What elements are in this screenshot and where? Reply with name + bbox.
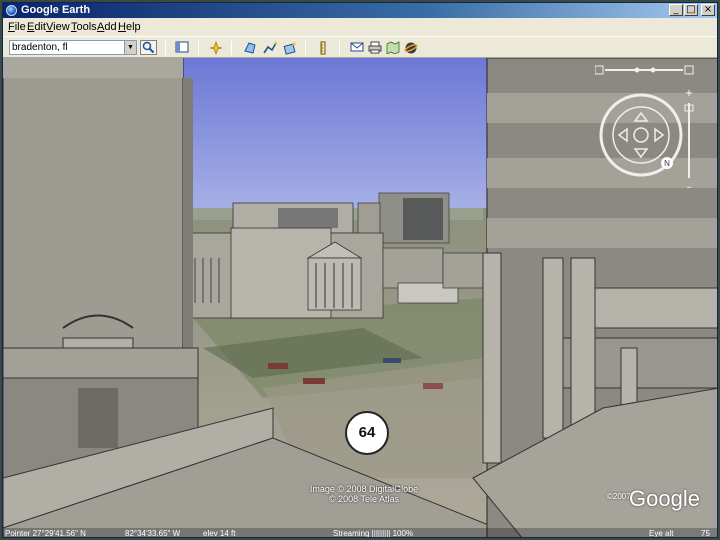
google-earth-icon xyxy=(6,5,17,16)
menu-file[interactable]: File xyxy=(8,21,26,33)
column xyxy=(482,252,502,464)
status-bar: Pointer 27°29'41.56" N 82°34'33.65" W el… xyxy=(3,528,717,538)
elevation: elev 14 ft xyxy=(203,529,236,538)
search-combo[interactable]: ▼ xyxy=(9,40,137,55)
menu-help[interactable]: Help xyxy=(118,21,141,33)
title-bar[interactable]: Google Earth _ □ × xyxy=(3,3,717,18)
menu-edit[interactable]: Edit xyxy=(27,21,46,33)
zoom-in-icon[interactable]: + xyxy=(685,88,693,99)
menu-tools[interactable]: Tools xyxy=(71,21,97,33)
north-label[interactable]: N xyxy=(664,159,670,168)
tilt-down-icon[interactable] xyxy=(684,65,694,75)
streaming-status: Streaming ||||||||| 100% xyxy=(333,529,414,538)
column xyxy=(542,257,564,439)
placemark-icon[interactable] xyxy=(207,40,224,55)
overlay-icon[interactable] xyxy=(281,40,298,55)
search-input[interactable] xyxy=(10,41,122,54)
path-icon[interactable] xyxy=(261,40,278,55)
look-joystick-icon[interactable] xyxy=(595,65,604,75)
sidebar-toggle-icon[interactable] xyxy=(173,40,190,55)
google-earth-window: Google Earth _ □ × File Edit View Tools … xyxy=(2,2,718,538)
toolbar: ▼ xyxy=(3,36,717,58)
close-button[interactable]: × xyxy=(701,4,715,16)
pointer-longitude: 82°34'33.65" W xyxy=(125,529,181,538)
menu-view[interactable]: View xyxy=(46,21,70,33)
zoom-out-icon[interactable]: – xyxy=(687,182,692,193)
3d-view[interactable]: + – N 64 Image © 2008 DigitalGlobe © 200… xyxy=(3,58,717,538)
sky-icon[interactable] xyxy=(402,40,419,55)
search-go-icon[interactable] xyxy=(140,40,157,55)
maps-icon[interactable] xyxy=(384,40,401,55)
email-icon[interactable] xyxy=(348,40,365,55)
ruler-icon[interactable] xyxy=(314,40,331,55)
road-shield-label[interactable]: 64 xyxy=(345,411,389,455)
polygon-icon[interactable] xyxy=(241,40,258,55)
maximize-button[interactable]: □ xyxy=(684,4,698,16)
menu-add[interactable]: Add xyxy=(97,21,117,33)
imagery-credits: Image © 2008 DigitalGlobe © 2008 Tele At… xyxy=(309,484,419,504)
window-title: Google Earth xyxy=(21,4,91,16)
eye-altitude-value: 75 xyxy=(701,529,710,538)
eye-altitude-label: Eye alt xyxy=(649,529,674,538)
pointer-latitude: Pointer 27°29'41.56" N xyxy=(5,529,86,538)
minimize-button[interactable]: _ xyxy=(669,4,683,16)
print-icon[interactable] xyxy=(366,40,383,55)
chevron-down-icon[interactable]: ▼ xyxy=(124,41,136,54)
menu-bar: File Edit View Tools Add Help xyxy=(3,19,717,36)
